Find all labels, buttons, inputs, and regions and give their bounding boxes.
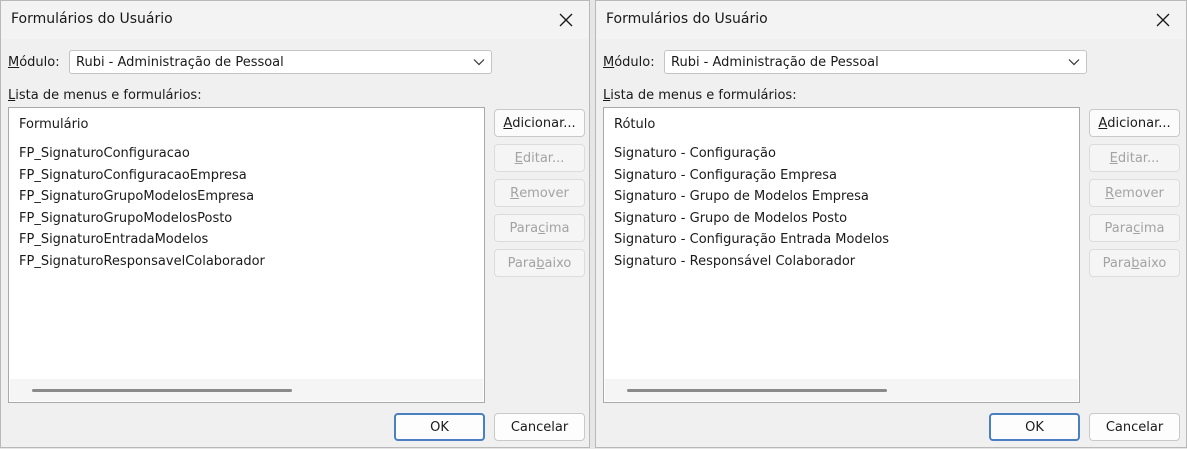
list-item[interactable]: FP_SignaturoEntradaModelos xyxy=(19,229,265,251)
close-button[interactable] xyxy=(551,5,581,35)
move-up-button[interactable]: Para c ima xyxy=(494,214,585,242)
module-select[interactable]: Rubi - Administração de Pessoal xyxy=(664,50,1087,74)
close-button[interactable] xyxy=(1148,5,1178,35)
list-item[interactable]: FP_SignaturoConfiguracao xyxy=(19,143,265,165)
dialog-formularios-right: Formulários do Usuário Módulo: Rubi - Ad… xyxy=(595,0,1187,448)
move-down-button[interactable]: Para b aixo xyxy=(494,249,585,277)
dialog-title: Formulários do Usuário xyxy=(606,11,768,27)
module-label-text: ódulo: xyxy=(19,55,60,70)
title-bar: Formulários do Usuário xyxy=(596,1,1186,39)
ok-button[interactable]: OK xyxy=(394,413,485,441)
module-label-text: ódulo: xyxy=(614,55,655,70)
list-label: Lista de menus e formulários: xyxy=(8,88,202,103)
edit-button[interactable]: Editar... xyxy=(1089,144,1180,172)
list-item[interactable]: Signaturo - Configuração xyxy=(614,143,889,165)
list-items: Signaturo - Configuração Signaturo - Con… xyxy=(614,143,889,272)
close-icon xyxy=(1156,13,1170,27)
cancel-button[interactable]: Cancelar xyxy=(494,413,585,441)
list-item[interactable]: Signaturo - Configuração Empresa xyxy=(614,165,889,187)
chevron-down-icon xyxy=(1068,59,1080,66)
add-button[interactable]: Adicionar... xyxy=(1089,109,1180,137)
module-select-value: Rubi - Administração de Pessoal xyxy=(76,55,284,70)
list-column-header: Rótulo xyxy=(614,117,656,132)
scrollbar-thumb[interactable] xyxy=(627,389,887,392)
edit-button[interactable]: Editar... xyxy=(494,144,585,172)
list-items: FP_SignaturoConfiguracao FP_SignaturoCon… xyxy=(19,143,265,272)
move-up-button[interactable]: Para c ima xyxy=(1089,214,1180,242)
chevron-down-icon xyxy=(473,59,485,66)
move-down-button[interactable]: Para b aixo xyxy=(1089,249,1180,277)
module-label: Módulo: xyxy=(603,55,655,70)
dialog-formularios-left: Formulários do Usuário Módulo: Rubi - Ad… xyxy=(0,0,590,448)
list-label: Lista de menus e formulários: xyxy=(603,88,797,103)
dialog-title: Formulários do Usuário xyxy=(11,11,173,27)
screenshot-stage: Formulários do Usuário Módulo: Rubi - Ad… xyxy=(0,0,1187,449)
list-column-header: Formulário xyxy=(19,117,89,132)
module-label: Módulo: xyxy=(8,55,60,70)
forms-listbox[interactable]: Formulário FP_SignaturoConfiguracao FP_S… xyxy=(8,107,485,403)
list-item[interactable]: Signaturo - Grupo de Modelos Posto xyxy=(614,208,889,230)
close-icon xyxy=(559,13,573,27)
labels-listbox[interactable]: Rótulo Signaturo - Configuração Signatur… xyxy=(603,107,1080,403)
ok-button[interactable]: OK xyxy=(989,413,1080,441)
add-button[interactable]: Adicionar... xyxy=(494,109,585,137)
cancel-button[interactable]: Cancelar xyxy=(1089,413,1180,441)
list-item[interactable]: FP_SignaturoConfiguracaoEmpresa xyxy=(19,165,265,187)
list-item[interactable]: Signaturo - Grupo de Modelos Empresa xyxy=(614,186,889,208)
list-item[interactable]: FP_SignaturoGrupoModelosEmpresa xyxy=(19,186,265,208)
remove-button[interactable]: Remover xyxy=(1089,179,1180,207)
remove-button[interactable]: Remover xyxy=(494,179,585,207)
title-bar: Formulários do Usuário xyxy=(1,1,589,39)
list-item[interactable]: Signaturo - Configuração Entrada Modelos xyxy=(614,229,889,251)
list-label-text: ista de menus e formulários: xyxy=(15,88,202,103)
module-select-value: Rubi - Administração de Pessoal xyxy=(671,55,879,70)
horizontal-scrollbar[interactable] xyxy=(10,379,483,401)
list-item[interactable]: FP_SignaturoGrupoModelosPosto xyxy=(19,208,265,230)
list-item[interactable]: FP_SignaturoResponsavelColaborador xyxy=(19,251,265,273)
horizontal-scrollbar[interactable] xyxy=(605,379,1078,401)
module-select[interactable]: Rubi - Administração de Pessoal xyxy=(69,50,492,74)
list-item[interactable]: Signaturo - Responsável Colaborador xyxy=(614,251,889,273)
scrollbar-thumb[interactable] xyxy=(32,389,292,392)
list-label-text: ista de menus e formulários: xyxy=(610,88,797,103)
